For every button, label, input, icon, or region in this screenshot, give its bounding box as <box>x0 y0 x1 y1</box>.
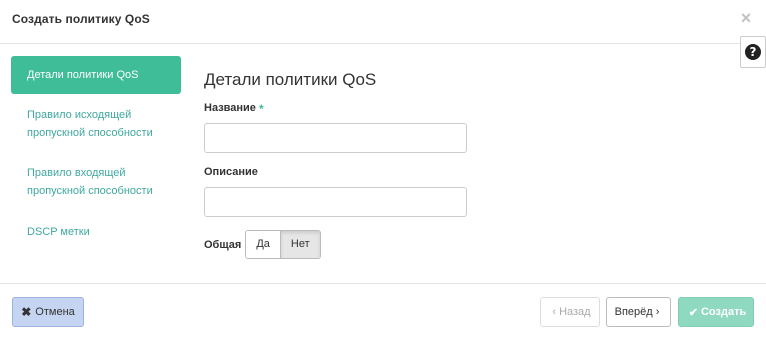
name-label: Название * <box>204 102 264 116</box>
help-button[interactable]: ? <box>740 36 766 68</box>
description-label: Описание <box>204 166 258 178</box>
cancel-button[interactable]: ✖ Отмена <box>12 297 84 327</box>
shared-toggle: Да Нет <box>245 230 321 259</box>
close-icon[interactable]: × <box>738 9 754 27</box>
create-qos-policy-modal: Создать политику QoS × ? Детали политики… <box>0 0 766 338</box>
name-input[interactable] <box>204 123 467 153</box>
modal-header: Создать политику QoS × <box>0 0 766 44</box>
next-button-label: Вперёд <box>614 306 653 318</box>
modal-title: Создать политику QoS <box>12 12 150 26</box>
nav-item-dscp-marking[interactable]: DSCP метки <box>11 223 181 241</box>
back-button-label: Назад <box>559 306 591 318</box>
modal-footer: ✖ Отмена ‹ Назад Вперёд › ✔ Создать <box>0 283 766 338</box>
create-button[interactable]: ✔ Создать <box>678 297 754 327</box>
required-mark: * <box>258 102 264 116</box>
close-icon: ✖ <box>21 305 32 319</box>
nav-item-policy-details[interactable]: Детали политики QoS <box>11 56 181 94</box>
shared-option-yes[interactable]: Да <box>246 231 280 258</box>
name-label-text: Название <box>204 102 256 114</box>
shared-label: Общая <box>204 238 242 251</box>
chevron-left-icon: ‹ <box>552 306 557 318</box>
form-heading: Детали политики QoS <box>204 70 377 89</box>
check-icon: ✔ <box>688 306 698 319</box>
nav-item-egress-bandwidth-rule[interactable]: Правило исходящей пропускной способности <box>11 106 181 142</box>
wizard-nav: Детали политики QoS Правило исходящей пр… <box>11 56 181 238</box>
help-icon: ? <box>745 44 761 60</box>
chevron-right-icon: › <box>655 306 660 318</box>
nav-item-ingress-bandwidth-rule[interactable]: Правило входящей пропускной способности <box>11 164 181 200</box>
next-button[interactable]: Вперёд › <box>606 297 671 327</box>
shared-row: Общая Да Нет <box>204 230 321 259</box>
description-input[interactable] <box>204 187 467 217</box>
back-button[interactable]: ‹ Назад <box>540 297 600 327</box>
create-button-label: Создать <box>700 306 747 318</box>
cancel-button-label: Отмена <box>35 306 75 318</box>
shared-option-no[interactable]: Нет <box>279 231 320 258</box>
